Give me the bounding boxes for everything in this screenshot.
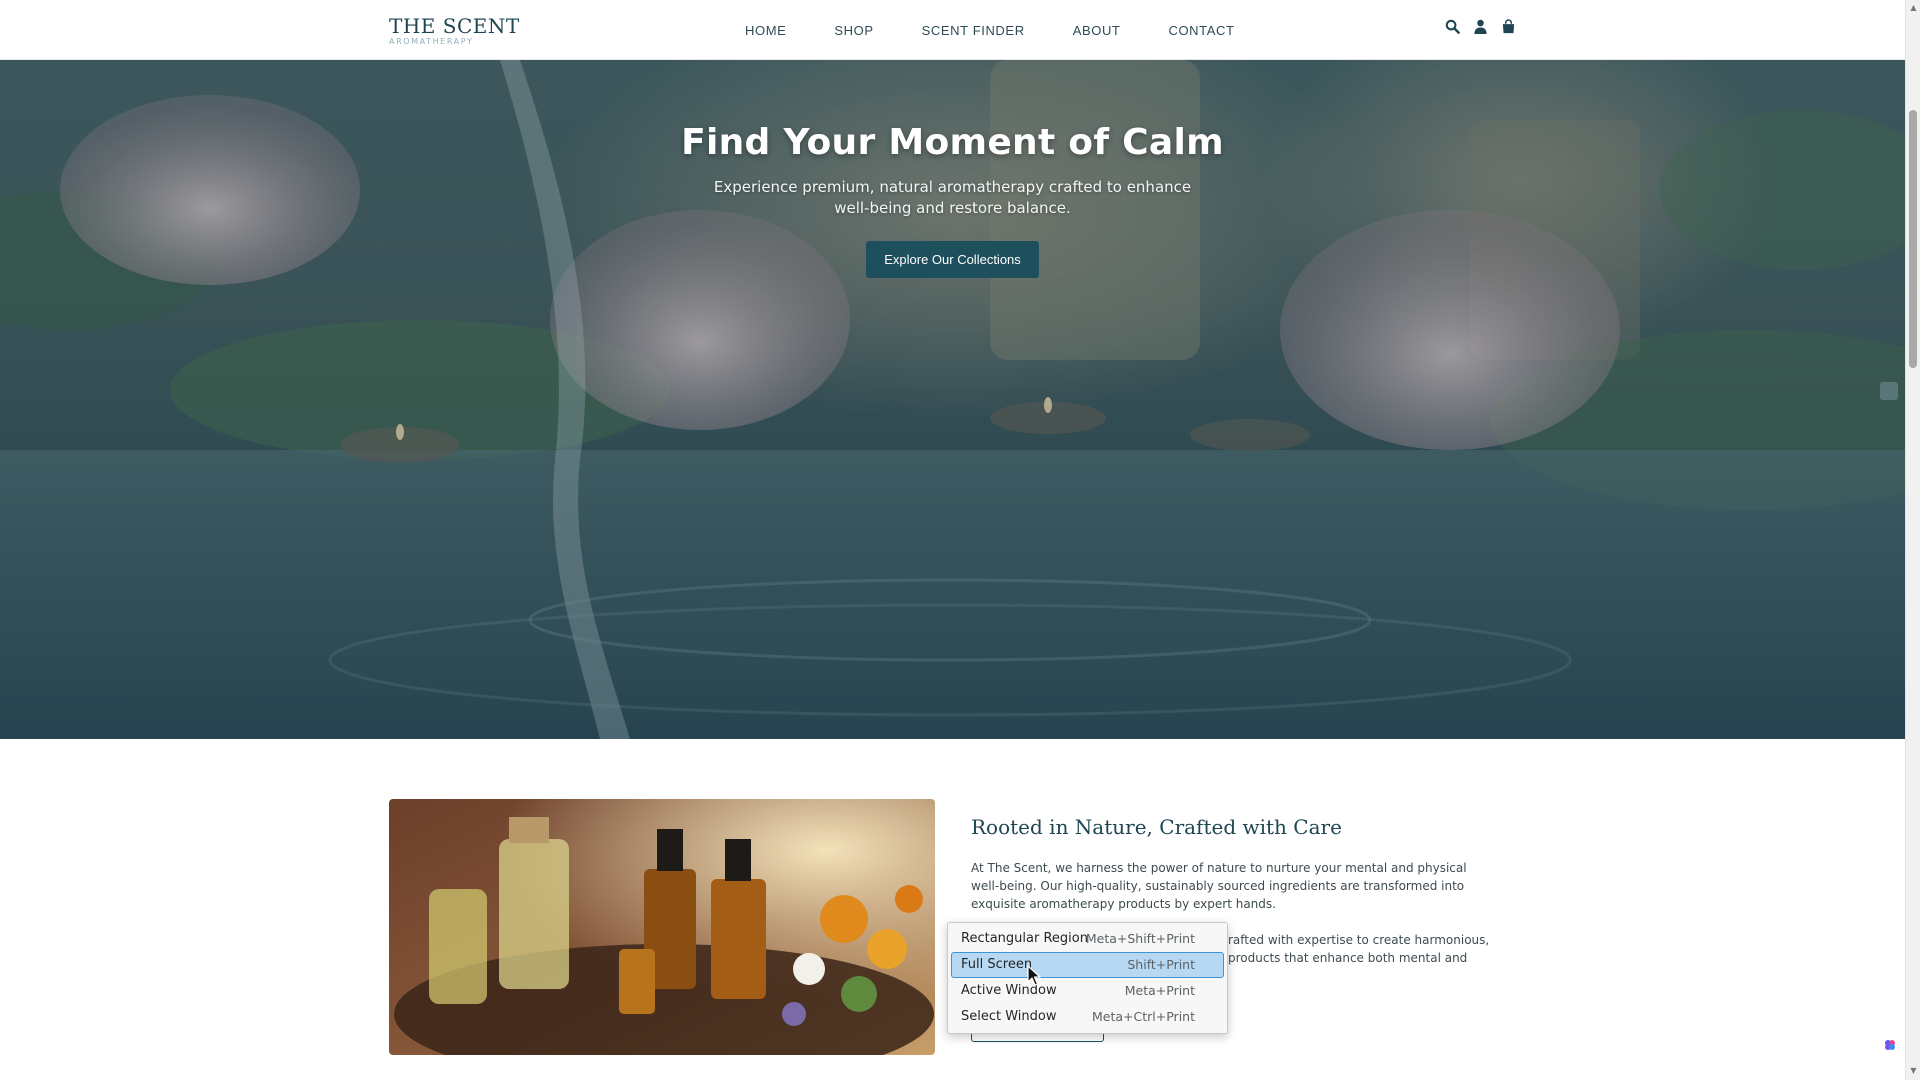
menu-item-label: Full Screen — [961, 957, 1033, 972]
menu-item-select-window[interactable]: Select Window Meta+Ctrl+Print — [951, 1004, 1224, 1030]
side-widget-icon[interactable] — [1880, 382, 1898, 400]
hero-section: Find Your Moment of Calm Experience prem… — [0, 60, 1905, 739]
about-paragraph-1: At The Scent, we harness the power of na… — [971, 861, 1467, 911]
header-icons — [1445, 19, 1516, 34]
mouse-cursor-icon — [1027, 965, 1041, 986]
menu-item-label: Select Window — [961, 1009, 1057, 1024]
nav-scent-finder[interactable]: SCENT FINDER — [922, 23, 1025, 38]
hero-content: Find Your Moment of Calm Experience prem… — [0, 120, 1905, 278]
explore-collections-button[interactable]: Explore Our Collections — [866, 241, 1039, 278]
menu-item-shortcut: Meta+Print — [1124, 983, 1195, 998]
menu-item-shortcut: Meta+Shift+Print — [1085, 931, 1195, 946]
nav-home[interactable]: HOME — [745, 23, 786, 38]
user-icon[interactable] — [1473, 19, 1488, 34]
page-scrollbar[interactable]: ▲ ▼ — [1905, 0, 1920, 1080]
nav-contact[interactable]: CONTACT — [1168, 23, 1234, 38]
menu-item-label: Rectangular Region — [961, 931, 1088, 946]
menu-item-full-screen[interactable]: Full Screen Shift+Print — [951, 952, 1224, 978]
about-paragraph-2-line-1: rafted with expertise to create harmonio… — [1228, 933, 1490, 947]
shopping-bag-icon[interactable] — [1501, 19, 1516, 34]
scrollbar-thumb[interactable] — [1909, 110, 1917, 368]
search-icon[interactable] — [1445, 19, 1460, 34]
menu-item-label: Active Window — [961, 983, 1057, 998]
hero-title: Find Your Moment of Calm — [681, 122, 1224, 163]
menu-item-active-window[interactable]: Active Window Meta+Print — [951, 978, 1224, 1004]
main-nav: HOME SHOP SCENT FINDER ABOUT CONTACT — [745, 0, 1283, 60]
about-essential-oils-image — [389, 799, 935, 1055]
brand-tagline: AROMATHERAPY — [389, 37, 474, 46]
menu-item-rectangular-region[interactable]: Rectangular Region Meta+Shift+Print — [951, 926, 1224, 952]
brand-logo[interactable]: THE SCENT AROMATHERAPY — [389, 15, 520, 47]
about-title: Rooted in Nature, Crafted with Care — [971, 815, 1342, 839]
hero-subtitle: Experience premium, natural aromatherapy… — [713, 178, 1192, 217]
nav-shop[interactable]: SHOP — [834, 23, 873, 38]
screenshot-context-menu: Rectangular Region Meta+Shift+Print Full… — [947, 922, 1228, 1034]
assistant-widget-icon[interactable] — [1882, 1037, 1898, 1053]
menu-item-shortcut: Shift+Print — [1127, 957, 1195, 972]
menu-item-shortcut: Meta+Ctrl+Print — [1092, 1009, 1195, 1024]
brand-name: THE SCENT — [389, 14, 520, 38]
scroll-down-arrow-icon[interactable]: ▼ — [1909, 1066, 1918, 1075]
about-paragraph-2-line-2: products that enhance both mental and — [1228, 951, 1468, 965]
nav-about[interactable]: ABOUT — [1073, 23, 1121, 38]
scroll-up-arrow-icon[interactable]: ▲ — [1909, 3, 1918, 12]
site-header: THE SCENT AROMATHERAPY HOME SHOP SCENT F… — [0, 0, 1905, 60]
